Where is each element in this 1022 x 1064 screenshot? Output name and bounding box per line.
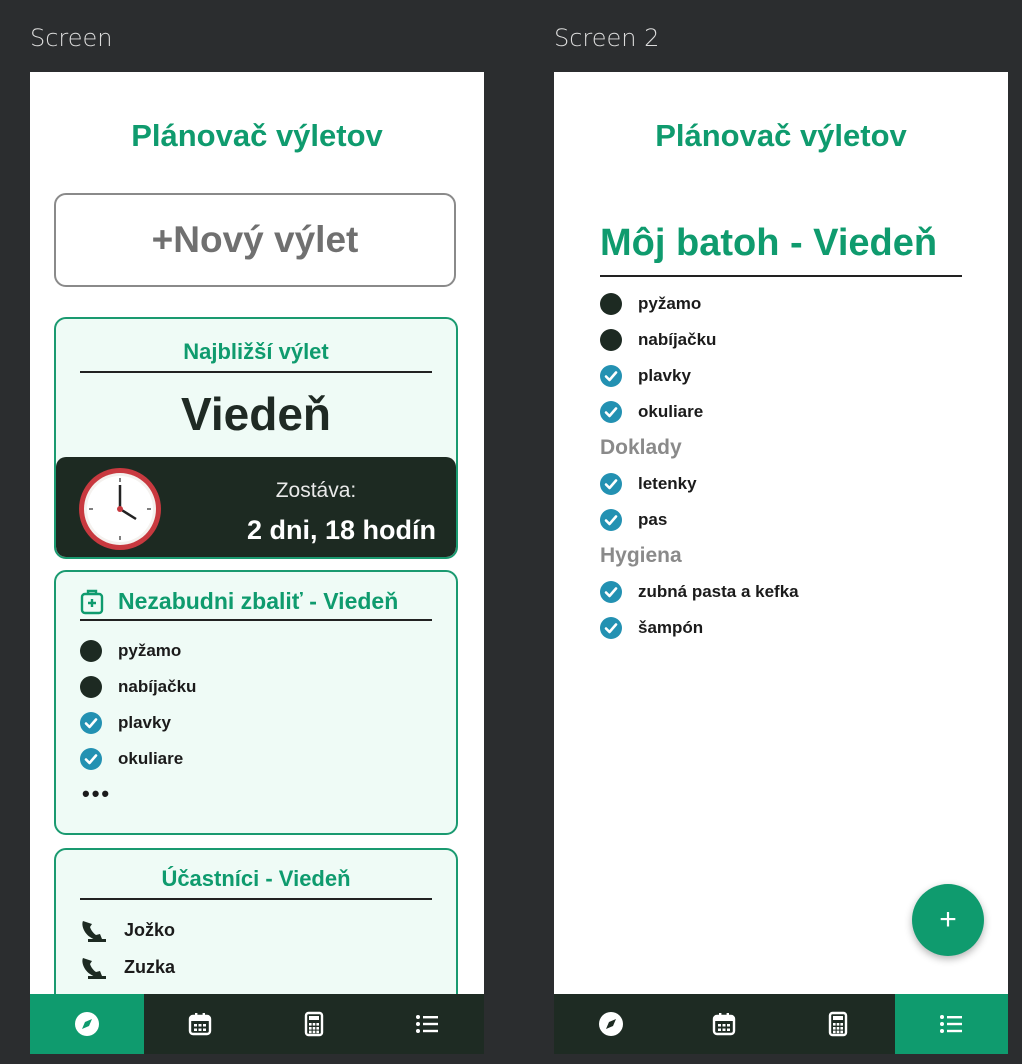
app-title: Plánovač výletov bbox=[131, 118, 383, 153]
unchecked-icon[interactable] bbox=[600, 329, 622, 351]
checked-icon[interactable] bbox=[80, 712, 102, 734]
phone-icon bbox=[80, 919, 106, 943]
bottom-nav bbox=[30, 994, 484, 1054]
compass-icon bbox=[598, 1011, 624, 1037]
checked-icon[interactable] bbox=[600, 581, 622, 603]
checklist-item-label: okuliare bbox=[118, 749, 184, 768]
checked-icon[interactable] bbox=[600, 473, 622, 495]
participants-heading: Účastníci - Viedeň bbox=[80, 866, 432, 900]
checklist-section-title: Doklady bbox=[600, 436, 682, 459]
list-icon bbox=[414, 1011, 440, 1037]
checklist-item[interactable]: pyžamo bbox=[80, 633, 456, 669]
nav-tab-compass[interactable] bbox=[554, 994, 668, 1054]
nav-tab-calculator[interactable] bbox=[257, 994, 371, 1054]
remaining-label: Zostáva: bbox=[275, 479, 357, 502]
compass-icon bbox=[74, 1011, 100, 1037]
checklist-item-label: okuliare bbox=[638, 402, 704, 421]
calculator-icon bbox=[301, 1011, 327, 1037]
checklist-item-label: plavky bbox=[118, 713, 171, 732]
phone-icon bbox=[80, 956, 106, 980]
packing-heading-text: Nezabudni zbaliť - Viedeň bbox=[118, 588, 399, 614]
frame-label-screen-2: Screen 2 bbox=[554, 24, 660, 52]
checklist-item-label: letenky bbox=[638, 474, 697, 493]
checklist-item-label: plavky bbox=[638, 366, 691, 385]
countdown-panel: Zostáva: 2 dni, 18 hodín bbox=[56, 457, 456, 557]
checklist-section-title: Hygiena bbox=[600, 544, 682, 567]
clock-icon bbox=[79, 468, 161, 550]
packing-card[interactable]: Nezabudni zbaliť - Viedeň pyžamo nabíjačk… bbox=[54, 570, 458, 835]
app-title: Plánovač výletov bbox=[655, 118, 907, 153]
checklist-item[interactable]: zubná pasta a kefka bbox=[600, 574, 799, 610]
nearest-trip-destination: Viedeň bbox=[181, 388, 331, 440]
nav-tab-calendar[interactable] bbox=[144, 994, 258, 1054]
checklist-item-label: šampón bbox=[638, 618, 704, 637]
checked-icon[interactable] bbox=[80, 748, 102, 770]
nearest-trip-card[interactable]: Najbližší výlet Viedeň Zostáva: 2 dni, 1… bbox=[54, 317, 458, 559]
screen-backpack: Plánovač výletov Môj batoh - Viedeň pyža… bbox=[554, 72, 1008, 1054]
participant-item[interactable]: Zuzka bbox=[80, 949, 456, 986]
nearest-trip-heading: Najbližší výlet bbox=[80, 339, 432, 373]
calendar-icon bbox=[187, 1011, 213, 1037]
checked-icon[interactable] bbox=[600, 617, 622, 639]
participant-name: Jožko bbox=[124, 920, 176, 940]
checklist-item[interactable]: pyžamo bbox=[600, 286, 799, 322]
checklist-item-label: nabíjačku bbox=[118, 677, 197, 696]
checklist-item-label: nabíjačku bbox=[638, 330, 717, 349]
checked-icon[interactable] bbox=[600, 401, 622, 423]
backpack-icon bbox=[80, 589, 104, 614]
new-trip-button[interactable]: +Nový výlet bbox=[54, 193, 456, 287]
checked-icon[interactable] bbox=[600, 509, 622, 531]
nav-tab-list[interactable] bbox=[371, 994, 485, 1054]
checklist-item[interactable]: šampón bbox=[600, 610, 799, 646]
nav-tab-calculator[interactable] bbox=[781, 994, 895, 1054]
backpack-title: Môj batoh - Viedeň bbox=[600, 222, 962, 277]
participant-name: Zuzka bbox=[124, 957, 176, 977]
unchecked-icon[interactable] bbox=[600, 293, 622, 315]
checklist-item[interactable]: pas bbox=[600, 502, 799, 538]
checklist-item[interactable]: nabíjačku bbox=[80, 669, 456, 705]
checked-icon[interactable] bbox=[600, 365, 622, 387]
unchecked-icon[interactable] bbox=[80, 640, 102, 662]
nav-tab-list[interactable] bbox=[894, 994, 1008, 1054]
checklist-item[interactable]: plavky bbox=[600, 358, 799, 394]
checklist-item[interactable]: okuliare bbox=[80, 741, 456, 777]
calculator-icon bbox=[825, 1011, 851, 1037]
checklist-item-label: pas bbox=[638, 510, 668, 529]
frame-label-screen: Screen bbox=[30, 24, 113, 52]
screen-home: Plánovač výletov +Nový výlet Najbližší v… bbox=[30, 72, 484, 1054]
nav-tab-compass[interactable] bbox=[30, 994, 144, 1054]
checklist-item-label: zubná pasta a kefka bbox=[638, 582, 799, 601]
calendar-icon bbox=[711, 1011, 737, 1037]
list-icon bbox=[938, 1011, 964, 1037]
checklist-item[interactable]: letenky bbox=[600, 466, 799, 502]
packing-list: pyžamo nabíjačku plavky okuliare bbox=[80, 633, 456, 777]
checklist-item[interactable]: okuliare bbox=[600, 394, 799, 430]
nav-tab-calendar[interactable] bbox=[668, 994, 782, 1054]
more-items-indicator[interactable]: ••• bbox=[82, 781, 456, 807]
unchecked-icon[interactable] bbox=[80, 676, 102, 698]
checklist-item-label: pyžamo bbox=[118, 641, 182, 660]
checklist-item[interactable]: nabíjačku bbox=[600, 322, 799, 358]
bottom-nav bbox=[554, 994, 1008, 1054]
checklist-item[interactable]: plavky bbox=[80, 705, 456, 741]
backpack-list: pyžamo nabíjačku plavky okuliare Doklady lete… bbox=[600, 286, 799, 646]
participant-item[interactable]: Jožko bbox=[80, 912, 456, 949]
add-item-button[interactable]: + bbox=[912, 884, 984, 956]
packing-heading: Nezabudni zbaliť - Viedeň bbox=[80, 588, 432, 621]
remaining-value: 2 dni, 18 hodín bbox=[246, 515, 436, 545]
checklist-item-label: pyžamo bbox=[638, 294, 702, 313]
